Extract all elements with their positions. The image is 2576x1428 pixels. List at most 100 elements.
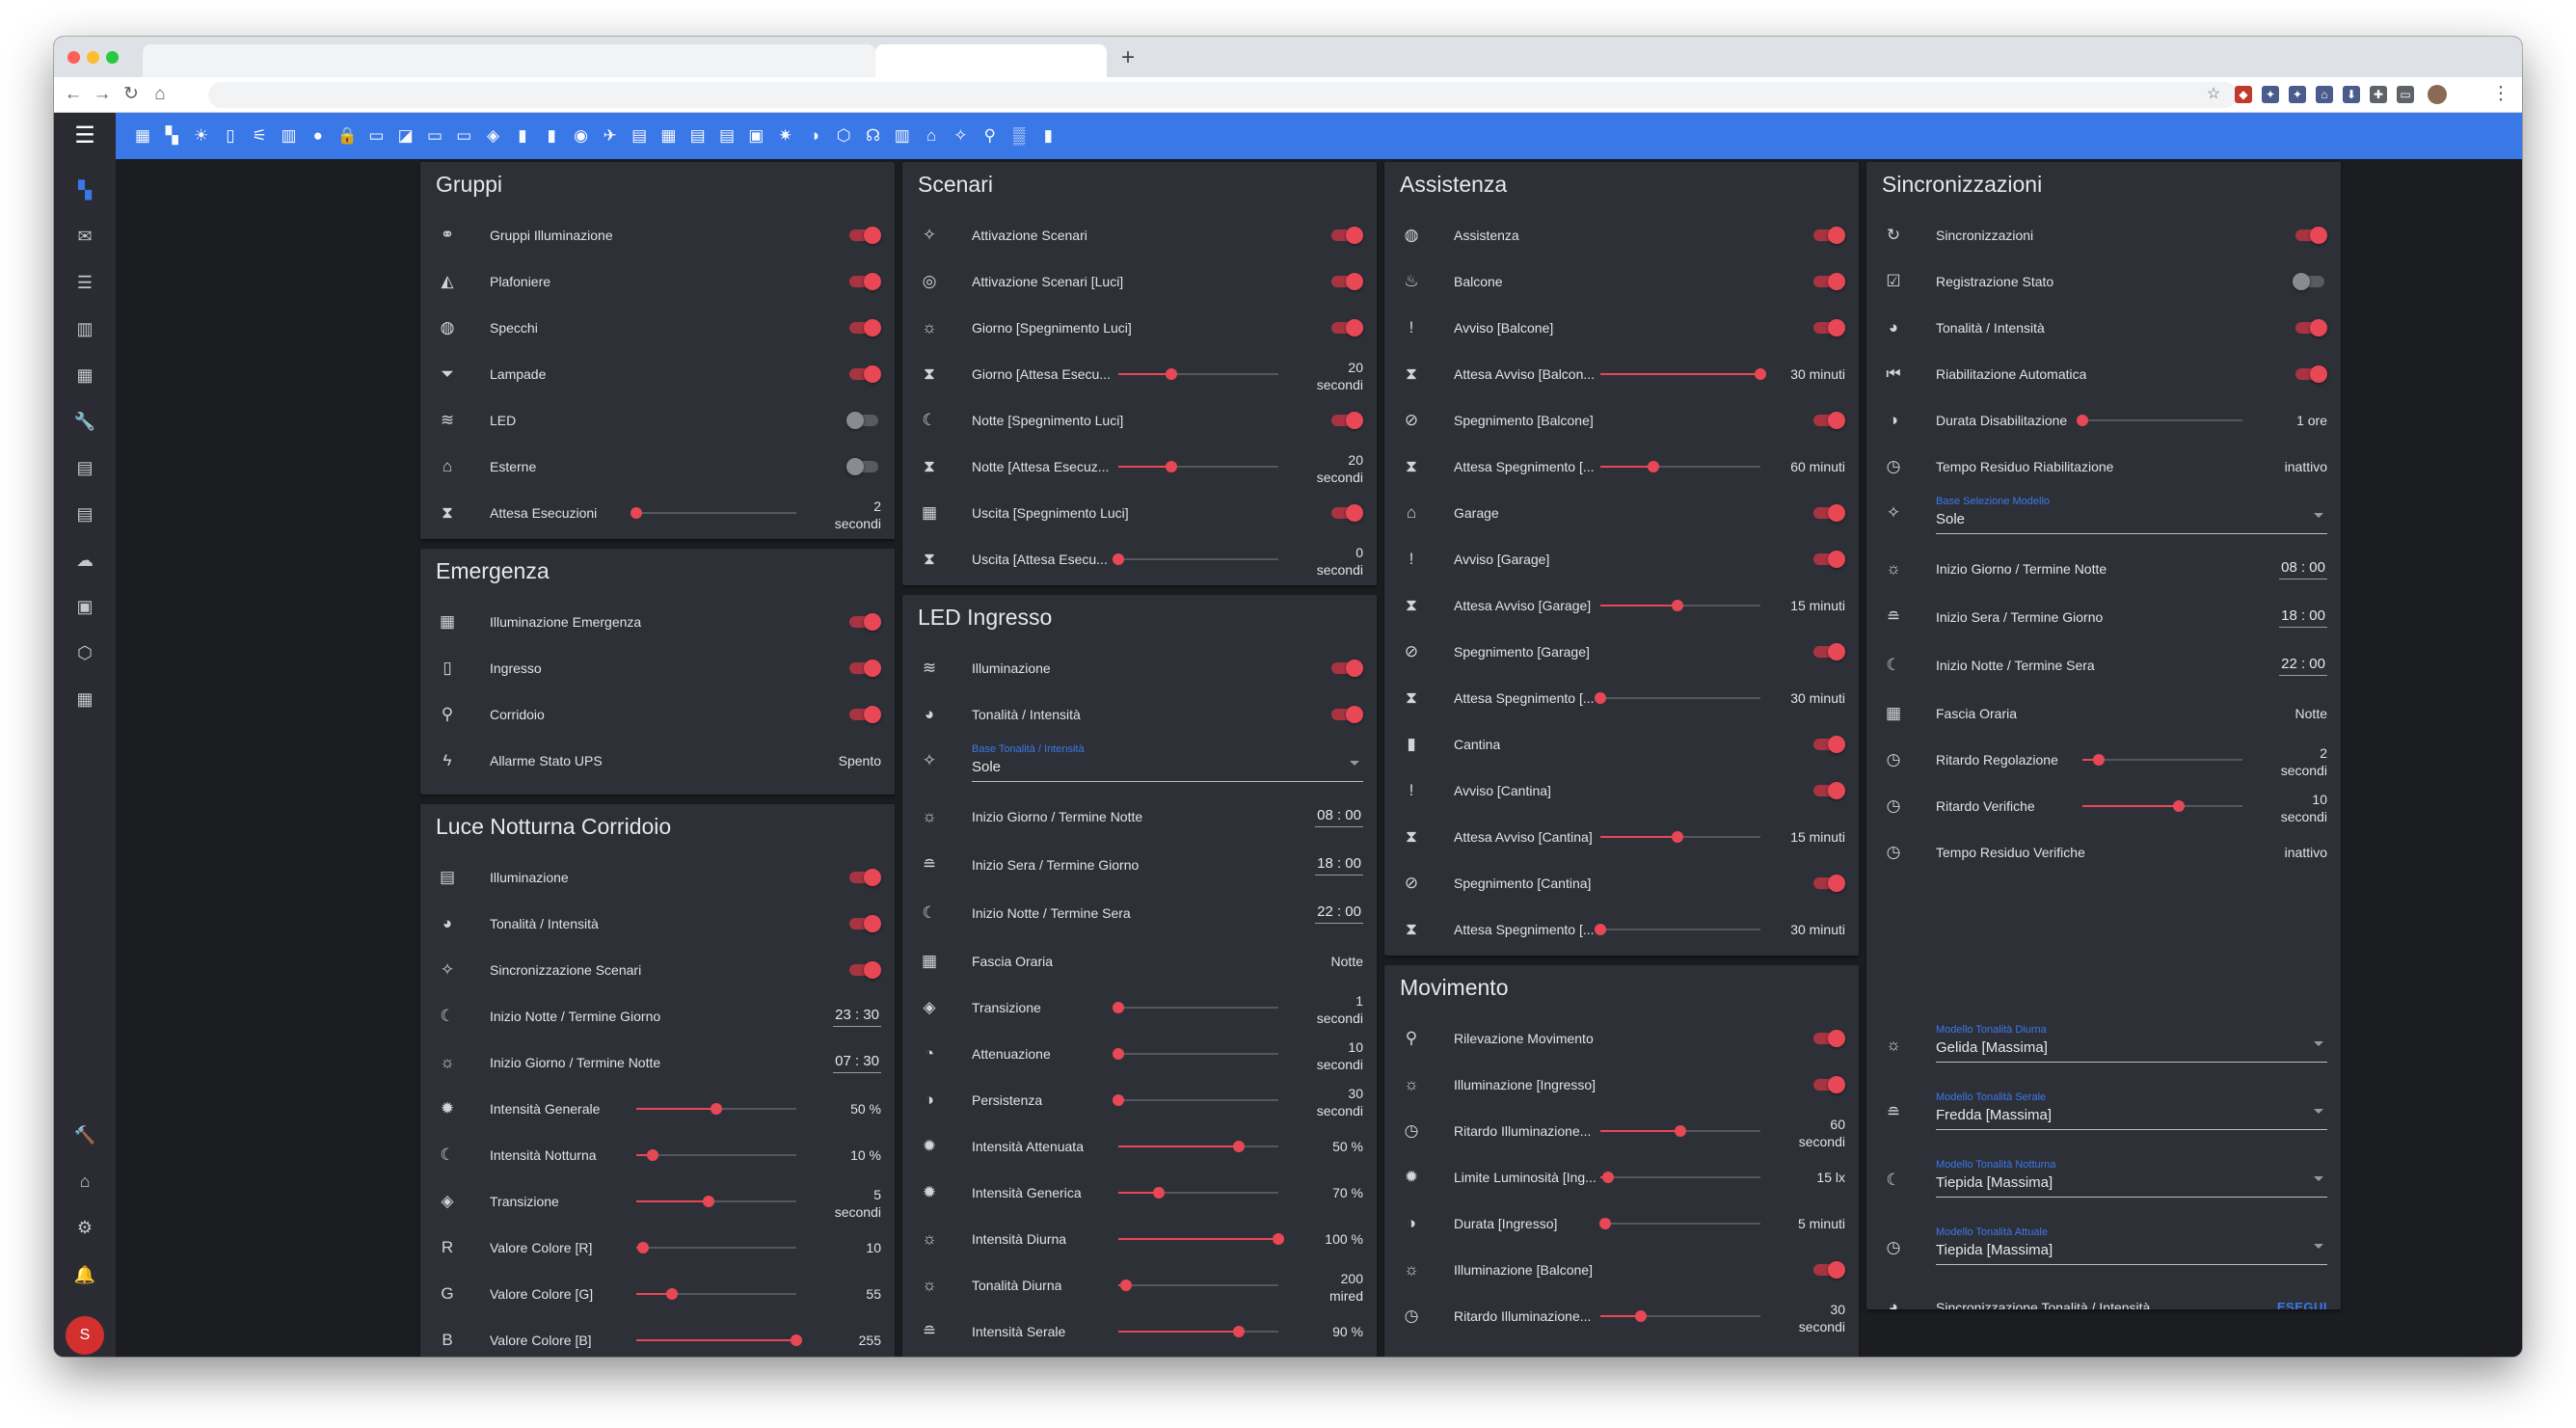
sidebar-nav-icon[interactable]: ☰ <box>73 271 96 294</box>
maximize-window-button[interactable] <box>106 51 119 64</box>
toolbar-tab-icon[interactable]: ☀ <box>190 124 213 148</box>
toolbar-tab-icon[interactable]: ⬡ <box>832 124 855 148</box>
toolbar-tab-icon[interactable]: ● <box>307 124 330 148</box>
toggle-switch[interactable] <box>1328 706 1363 723</box>
toolbar-tab-icon[interactable]: ◉ <box>570 124 593 148</box>
slider-thumb[interactable] <box>1165 461 1177 472</box>
time-input[interactable]: 22 : 00 <box>2279 656 2327 676</box>
model-select[interactable]: Modello Tonalità Notturna Tiepida [Massim… <box>1936 1157 2327 1198</box>
slider-track[interactable] <box>1600 600 1760 611</box>
model-select[interactable]: Modello Tonalità Attuale Tiepida [Massima… <box>1936 1225 2327 1265</box>
close-window-button[interactable] <box>67 51 80 64</box>
slider-track[interactable] <box>1118 368 1278 380</box>
minimize-window-button[interactable] <box>87 51 99 64</box>
slider-track[interactable] <box>1600 368 1766 380</box>
toolbar-tab-icon[interactable]: ▮ <box>540 124 563 148</box>
toolbar-tab-icon[interactable]: ▦ <box>131 124 154 148</box>
toggle-switch[interactable] <box>846 227 881 244</box>
slider-track[interactable] <box>636 1149 796 1161</box>
slider-thumb[interactable] <box>1595 924 1606 935</box>
toggle-switch[interactable] <box>1328 273 1363 290</box>
sidebar-nav-icon[interactable]: ▦ <box>73 687 96 711</box>
slider-track[interactable] <box>1600 1172 1760 1183</box>
toggle-switch[interactable] <box>846 458 881 475</box>
slider-track[interactable] <box>1113 553 1278 565</box>
toggle-switch[interactable] <box>1811 273 1845 290</box>
slider-track[interactable] <box>636 1196 796 1207</box>
sidebar-footer-icon[interactable]: ⌂ <box>73 1170 96 1193</box>
toggle-switch[interactable] <box>846 273 881 290</box>
toolbar-tab-icon[interactable]: ▯ <box>219 124 242 148</box>
slider-thumb[interactable] <box>1598 1218 1611 1229</box>
toggle-switch[interactable] <box>1811 504 1845 522</box>
model-select[interactable]: Modello Tonalità Diurna Gelida [Massima] <box>1936 1022 2327 1063</box>
toolbar-tab-icon[interactable]: ▒ <box>1007 124 1031 148</box>
extension-download-icon[interactable]: ⬇ <box>2343 86 2360 103</box>
toolbar-tab-icon[interactable]: ✷ <box>774 124 797 148</box>
time-input[interactable]: 18 : 00 <box>2279 607 2327 628</box>
sidebar-nav-icon[interactable]: ▣ <box>73 595 96 618</box>
toolbar-tab-icon[interactable]: ▚ <box>160 124 183 148</box>
slider-thumb[interactable] <box>1232 1326 1245 1337</box>
toolbar-tab-icon[interactable]: ▮ <box>511 124 534 148</box>
execute-button[interactable]: ESEGUI <box>2277 1300 2327 1309</box>
toggle-switch[interactable] <box>846 660 881 677</box>
toggle-switch[interactable] <box>1811 1030 1845 1047</box>
toggle-switch[interactable] <box>1328 227 1363 244</box>
toolbar-tab-icon[interactable]: ▭ <box>423 124 446 148</box>
toolbar-tab-icon[interactable]: ◈ <box>482 124 505 148</box>
toggle-switch[interactable] <box>846 961 881 979</box>
forward-icon[interactable]: → <box>91 83 114 106</box>
toggle-switch[interactable] <box>1811 1261 1845 1279</box>
back-icon[interactable]: ← <box>62 83 85 106</box>
extension-home-icon[interactable]: ⌂ <box>2316 86 2333 103</box>
slider-thumb[interactable] <box>1602 1172 1615 1183</box>
extension-star-icon[interactable]: ✦ <box>2289 86 2306 103</box>
toggle-switch[interactable] <box>846 365 881 383</box>
slider-track[interactable] <box>1113 1002 1278 1013</box>
toggle-switch[interactable] <box>1328 412 1363 429</box>
toggle-switch[interactable] <box>1811 551 1845 568</box>
time-input[interactable]: 22 : 00 <box>1315 903 1363 924</box>
toggle-switch[interactable] <box>1328 660 1363 677</box>
slider-track[interactable] <box>1118 1326 1278 1337</box>
slider-track[interactable] <box>636 1288 796 1300</box>
toolbar-tab-icon[interactable]: ⚟ <box>248 124 271 148</box>
toggle-switch[interactable] <box>1328 504 1363 522</box>
toggle-switch[interactable] <box>846 613 881 631</box>
toolbar-tab-icon[interactable]: ▤ <box>715 124 738 148</box>
toggle-switch[interactable] <box>1811 875 1845 892</box>
toolbar-tab-icon[interactable]: ▣ <box>744 124 767 148</box>
slider-track[interactable] <box>2082 754 2242 766</box>
slider-track[interactable] <box>1600 1310 1760 1322</box>
toggle-switch[interactable] <box>846 706 881 723</box>
toolbar-tab-icon[interactable]: ▮ <box>1036 124 1060 148</box>
new-tab-button[interactable]: + <box>1114 44 1141 71</box>
base-tonalita-select[interactable]: Base Tonalità / Intensità Sole <box>972 741 1363 782</box>
time-input[interactable]: 07 : 30 <box>833 1053 881 1073</box>
toolbar-tab-icon[interactable]: ⚲ <box>979 124 1002 148</box>
toggle-switch[interactable] <box>1811 319 1845 337</box>
sidebar-nav-icon[interactable]: ▦ <box>73 364 96 387</box>
sidebar-footer-icon[interactable]: 🔨 <box>73 1123 96 1146</box>
sidebar-nav-icon[interactable]: ▥ <box>73 317 96 340</box>
base-selezione-select[interactable]: Base Selezione Modello Sole <box>1936 494 2327 534</box>
slider-track[interactable] <box>636 1242 796 1253</box>
extension-star-icon[interactable]: ✦ <box>2262 86 2279 103</box>
home-icon[interactable]: ⌂ <box>148 83 172 106</box>
sidebar-nav-icon[interactable]: ⬡ <box>73 641 96 664</box>
slider-track[interactable] <box>1118 1233 1284 1245</box>
slider-thumb[interactable] <box>1113 1094 1124 1106</box>
sidebar-nav-icon[interactable]: ✉ <box>73 225 96 248</box>
slider-thumb[interactable] <box>1113 1002 1124 1013</box>
toggle-switch[interactable] <box>846 412 881 429</box>
toolbar-tab-icon[interactable]: ▤ <box>628 124 651 148</box>
sidebar-footer-icon[interactable]: ⚙ <box>73 1216 96 1239</box>
browser-tab-active[interactable] <box>875 44 1107 77</box>
slider-track[interactable] <box>1600 831 1760 843</box>
toggle-switch[interactable] <box>1811 782 1845 799</box>
toolbar-tab-icon[interactable]: ◪ <box>394 124 417 148</box>
slider-thumb[interactable] <box>1113 1048 1124 1060</box>
toolbar-tab-icon[interactable]: 🔒 <box>335 124 359 148</box>
cast-icon[interactable]: ▭ <box>2397 86 2414 103</box>
